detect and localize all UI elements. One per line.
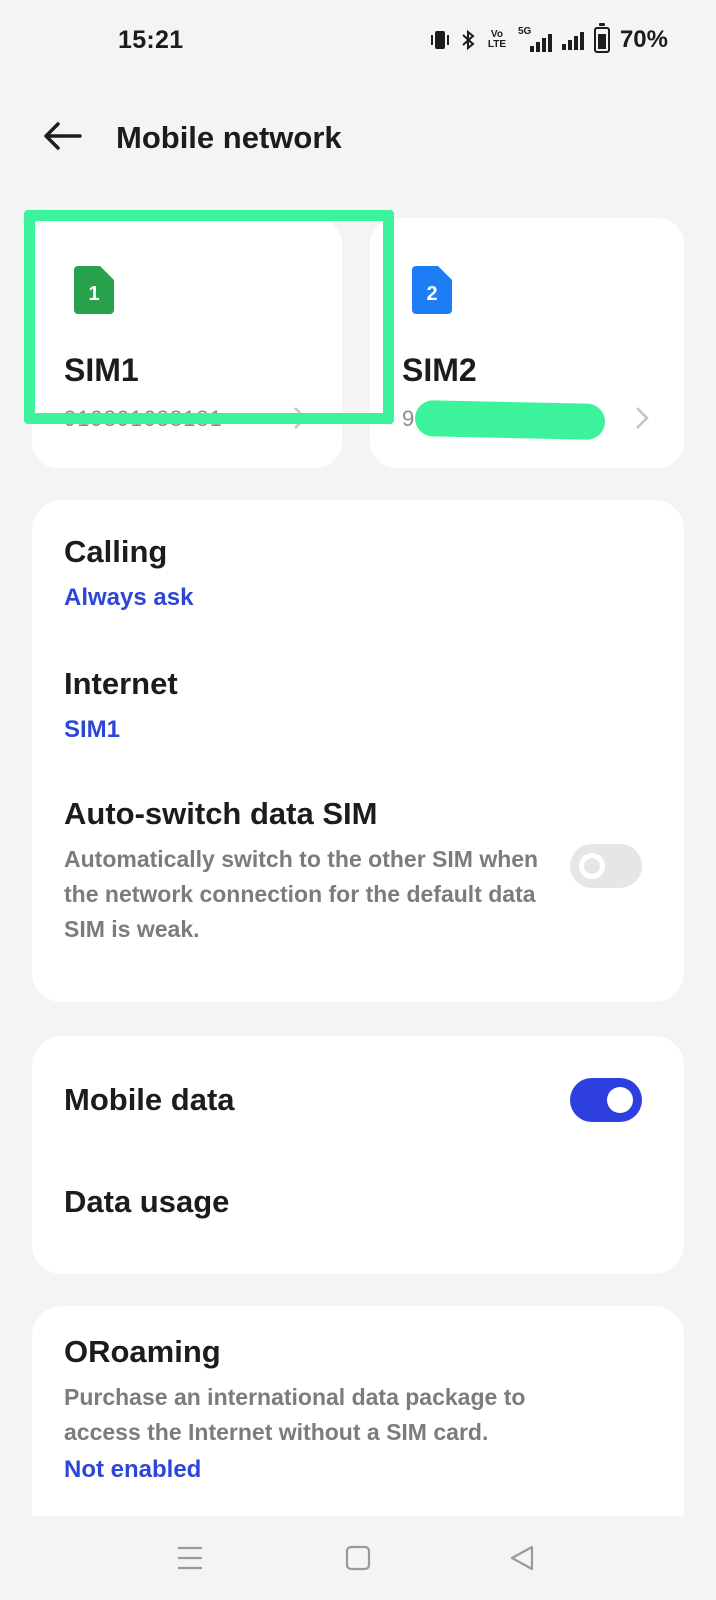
signal-5g-icon: 5G [518,26,552,52]
navigation-bar [0,1516,716,1600]
oroaming-title: ORoaming [64,1334,221,1369]
internet-value: SIM1 [64,716,121,743]
redaction-mark [414,400,606,440]
calling-title: Calling [64,534,168,569]
arrow-left-icon [44,122,82,150]
oroaming-description: Purchase an international data package t… [64,1384,526,1445]
sim1-card[interactable]: 1 SIM1 919891688181 [32,218,342,468]
internet-title: Internet [64,666,178,701]
calling-value: Always ask [64,584,194,611]
sim1-number: 919891688181 [64,406,223,431]
home-square-icon [345,1545,371,1571]
volte-icon: Vo LTE [487,29,507,50]
svg-text:2: 2 [426,283,437,305]
back-triangle-icon [510,1545,534,1571]
sim2-number: 9 [402,406,416,431]
mobile-data-toggle[interactable] [570,1078,642,1122]
data-usage-title: Data usage [64,1184,230,1219]
auto-switch-item: Auto-switch data SIM Automatically switc… [64,796,554,947]
app-header: Mobile network [0,100,716,172]
page-title: Mobile network [116,120,342,155]
oroaming-value: Not enabled [64,1456,202,1483]
sim1-name: SIM1 [64,352,139,388]
back-nav-button[interactable] [504,1540,540,1576]
recent-apps-button[interactable] [172,1540,208,1576]
auto-switch-toggle[interactable] [570,844,642,888]
battery-icon [593,23,610,53]
chevron-right-icon [636,407,649,429]
oroaming-card: ORoaming Purchase an international data … [32,1306,684,1516]
toggle-knob [607,1087,633,1113]
mobile-data-title: Mobile data [64,1082,235,1117]
vibrate-icon [430,29,450,51]
menu-icon [178,1546,202,1570]
internet-item[interactable]: Internet SIM1 [64,666,178,744]
status-icons: Vo LTE 5G 70% [430,23,668,54]
status-time: 15:21 [118,26,184,54]
home-button[interactable] [340,1540,376,1576]
sim-settings-card: Calling Always ask Internet SIM1 Auto-sw… [32,500,684,1002]
sim-card-icon: 2 [412,266,452,314]
data-usage-item[interactable]: Data usage [64,1184,229,1220]
status-bar: 15:21 Vo LTE 5G 70% [0,0,716,84]
auto-switch-title: Auto-switch data SIM [64,796,378,831]
sim2-name: SIM2 [402,352,477,388]
mobile-data-item: Mobile data [64,1082,235,1118]
back-button[interactable] [38,114,86,158]
battery-percent: 70% [619,26,668,53]
chevron-right-icon [294,407,307,429]
toggle-knob [579,853,605,879]
oroaming-item[interactable]: ORoaming Purchase an international data … [64,1334,584,1484]
svg-text:1: 1 [88,283,99,305]
data-card: Mobile data Data usage [32,1036,684,1274]
auto-switch-description: Automatically switch to the other SIM wh… [64,846,539,942]
signal-icon [561,30,584,50]
calling-item[interactable]: Calling Always ask [64,534,193,612]
bluetooth-icon [460,29,476,51]
sim-card-icon: 1 [74,266,114,314]
